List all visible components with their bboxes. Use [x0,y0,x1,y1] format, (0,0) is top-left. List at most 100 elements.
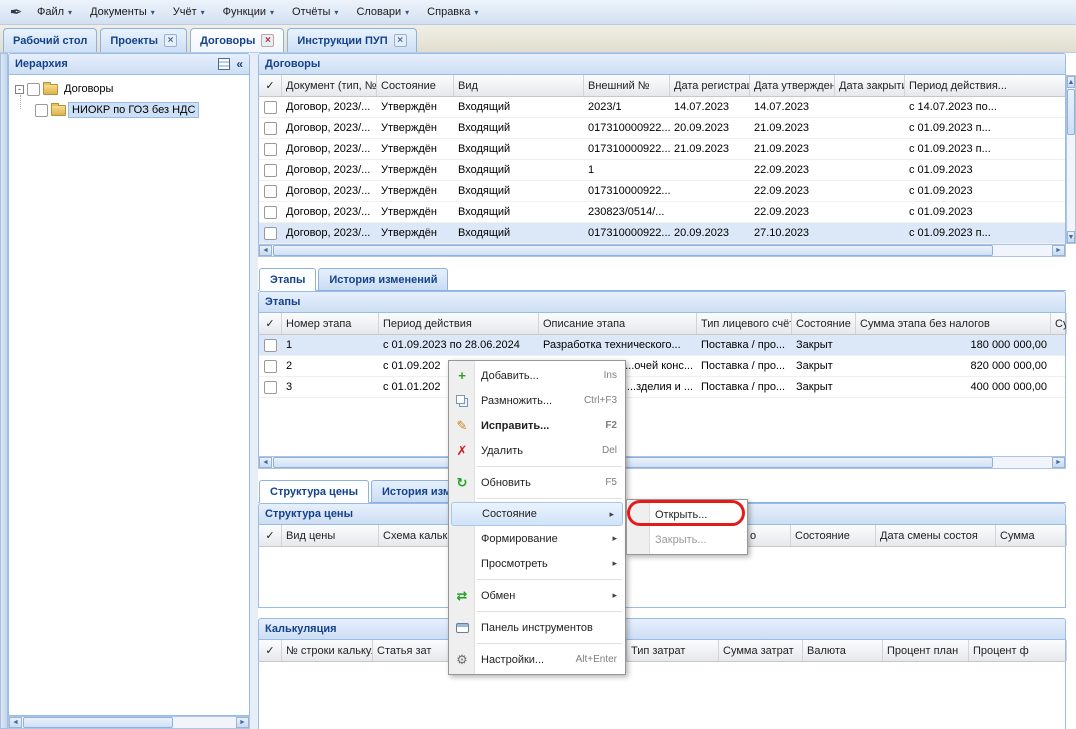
cell-external[interactable]: 017310000922... [584,139,670,159]
column-header-price-amount[interactable]: Сумма [996,525,1067,546]
menu-item-view[interactable]: Просмотреть▸ [449,551,625,576]
cell-kind[interactable]: Входящий [454,181,584,201]
cell-document[interactable]: Договор, 2023/... [282,223,377,243]
contract-row[interactable]: Договор, 2023/...УтверждёнВходящий230823… [259,202,1065,223]
column-header-state-change-date[interactable]: Дата смены состоя [876,525,996,546]
select-all-column-header[interactable]: ✓ [259,313,282,334]
tab-price-structure[interactable]: Структура цены [259,480,369,503]
cell-approvedate[interactable]: 14.07.2023 [750,97,835,117]
sidebar-hscrollbar[interactable]: ◄ ► [8,716,250,729]
column-header-amount[interactable]: Сумма [1051,313,1067,334]
scroll-down-icon[interactable]: ▼ [1067,231,1075,243]
stages-hscrollbar[interactable]: ◄ ► [258,456,1066,469]
cell-stage-number[interactable]: 2 [282,356,379,376]
cell-account-type[interactable]: Поставка / про... [697,356,792,376]
cell-regdate[interactable]: 14.07.2023 [670,97,750,117]
column-header-external[interactable]: Внешний № [584,75,670,96]
column-header-stage-descr[interactable]: Описание этапа [539,313,697,334]
cell-period[interactable]: с 01.09.2023 [905,181,1067,201]
scroll-left-icon[interactable]: ◄ [9,717,22,728]
column-header-amount-no-tax[interactable]: Сумма этапа без налогов [856,313,1051,334]
row-checkbox[interactable] [264,101,277,114]
cell-approvedate[interactable]: 21.09.2023 [750,139,835,159]
scroll-thumb[interactable] [23,717,173,728]
collapse-panel-icon[interactable]: « [236,57,243,71]
column-header-kind[interactable]: Вид [454,75,584,96]
cell-kind[interactable]: Входящий [454,160,584,180]
column-header-currency[interactable]: Валюта [803,640,883,661]
tab-contracts[interactable]: Договоры× [190,28,284,52]
tree-node-label-selected[interactable]: НИОКР по ГОЗ без НДС [69,103,198,117]
menu-functions[interactable]: Функции▾ [214,3,283,21]
row-checkbox[interactable] [264,360,277,373]
column-header-price-kind[interactable]: Вид цены [282,525,379,546]
cell-state[interactable]: Утверждён [377,223,454,243]
cell-state[interactable]: Утверждён [377,160,454,180]
cell-regdate[interactable]: 20.09.2023 [670,223,750,243]
menu-item-edit[interactable]: ✎Исправить...F2 [449,413,625,438]
cell-approvedate[interactable]: 22.09.2023 [750,160,835,180]
scroll-right-icon[interactable]: ► [1052,457,1065,468]
cell-document[interactable]: Договор, 2023/... [282,181,377,201]
locate-in-grid-icon[interactable] [218,58,230,70]
cell-regdate[interactable] [670,181,750,201]
cell-document[interactable]: Договор, 2023/... [282,160,377,180]
cell-kind[interactable]: Входящий [454,202,584,222]
row-checkbox[interactable] [264,339,277,352]
close-icon[interactable]: × [261,34,274,47]
tab-instructions[interactable]: Инструкции ПУП× [287,28,416,52]
column-header-cost-amount[interactable]: Сумма затрат [719,640,803,661]
scroll-thumb[interactable] [1067,89,1075,135]
tab-stage-history[interactable]: История изменений [318,268,448,290]
cell-state[interactable]: Утверждён [377,181,454,201]
stage-row[interactable]: 3с 01.01.202...зделия и ...Поставка / пр… [259,377,1065,398]
cell-stage-state[interactable]: Закрыт [792,356,856,376]
cell-regdate[interactable]: 21.09.2023 [670,139,750,159]
menu-item-add[interactable]: +Добавить...Ins [449,363,625,388]
close-icon[interactable]: × [394,34,407,47]
cell-period[interactable]: с 14.07.2023 по... [905,97,1067,117]
column-header-period[interactable]: Период действия... [905,75,1067,96]
cell-external[interactable]: 017310000922... [584,223,670,243]
column-header-percent-plan[interactable]: Процент план [883,640,969,661]
row-checkbox[interactable] [264,122,277,135]
scroll-thumb[interactable] [273,457,993,468]
cell-stage-number[interactable]: 3 [282,377,379,397]
cell-document[interactable]: Договор, 2023/... [282,97,377,117]
cell-stage-descr[interactable]: Разработка технического... [539,335,697,355]
cell-amount-no-tax[interactable]: 180 000 000,00 [856,335,1051,355]
contract-row-selected[interactable]: Договор, 2023/...УтверждёнВходящий017310… [259,223,1065,244]
cell-regdate[interactable] [670,160,750,180]
menu-item-duplicate[interactable]: Размножить...Ctrl+F3 [449,388,625,413]
column-header-closedate[interactable]: Дата закрытия [835,75,905,96]
scroll-right-icon[interactable]: ► [236,717,249,728]
cell-state[interactable]: Утверждён [377,97,454,117]
row-checkbox[interactable] [264,143,277,156]
menu-reports[interactable]: Отчёты▾ [283,3,347,21]
column-header-approvedate[interactable]: Дата утверждения [750,75,835,96]
menu-item-exchange[interactable]: ⇄Обмен▸ [449,583,625,608]
cell-account-type[interactable]: Поставка / про... [697,377,792,397]
cell-document[interactable]: Договор, 2023/... [282,139,377,159]
column-header-stage-period[interactable]: Период действия [379,313,539,334]
cell-amount-no-tax[interactable]: 820 000 000,00 [856,356,1051,376]
cell-kind[interactable]: Входящий [454,223,584,243]
cell-account-type[interactable]: Поставка / про... [697,335,792,355]
contracts-hscrollbar[interactable]: ◄ ► [258,244,1066,257]
column-header-regdate[interactable]: Дата регистрации [670,75,750,96]
scroll-up-icon[interactable]: ▲ [1067,76,1075,88]
column-header-account-type[interactable]: Тип лицевого счёт [697,313,792,334]
menu-help[interactable]: Справка▾ [418,3,487,21]
tree-node-niokr[interactable]: НИОКР по ГОЗ без НДС [35,101,198,119]
cell-state[interactable]: Утверждён [377,118,454,138]
close-icon[interactable]: × [164,34,177,47]
column-header-calc-row-number[interactable]: № строки калькул [282,640,373,661]
cell-regdate[interactable]: 20.09.2023 [670,118,750,138]
cell-period[interactable]: с 01.09.2023 [905,202,1067,222]
cell-stage-period[interactable]: с 01.09.2023 по 28.06.2024 [379,335,539,355]
stage-row[interactable]: 2с 01.09.202...очей конс...Поставка / пр… [259,356,1065,377]
column-header-partial[interactable]: о [746,525,791,546]
select-all-column-header[interactable]: ✓ [259,525,282,546]
tab-stages[interactable]: Этапы [259,268,316,291]
contract-row[interactable]: Договор, 2023/...УтверждёнВходящий2023/1… [259,97,1065,118]
